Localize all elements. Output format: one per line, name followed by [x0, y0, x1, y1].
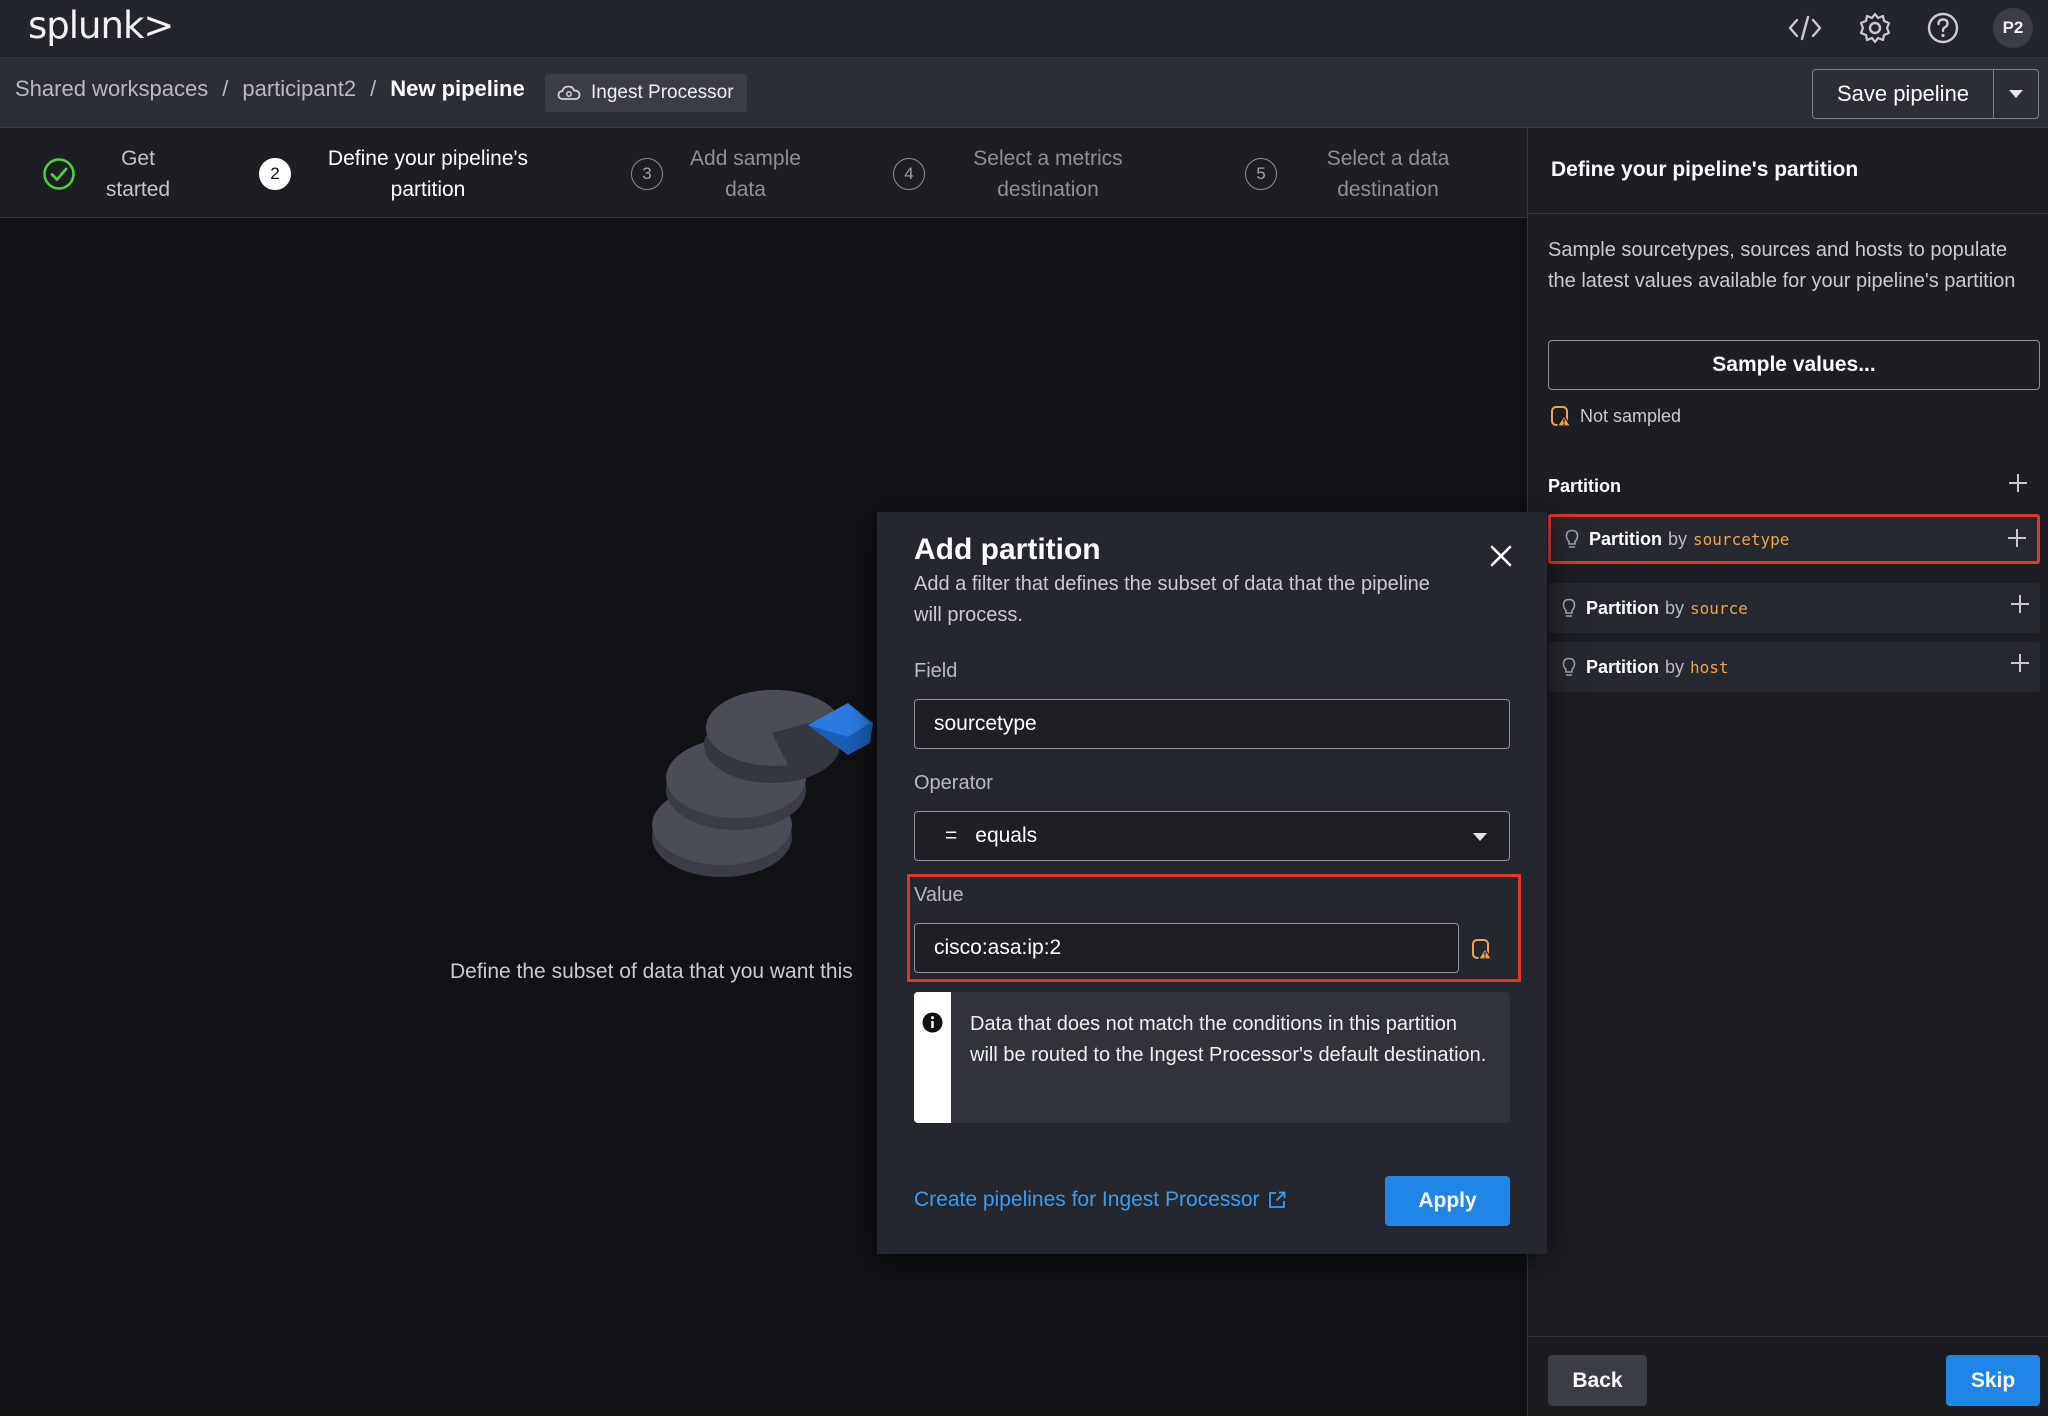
- step-number: 3: [631, 158, 663, 190]
- sample-values-button[interactable]: Sample values...: [1548, 340, 2040, 390]
- save-options-dropdown[interactable]: [1994, 70, 2038, 118]
- field-input[interactable]: sourcetype: [914, 699, 1510, 749]
- warning-icon: [1551, 406, 1572, 427]
- value-input[interactable]: cisco:asa:ip:2: [914, 923, 1459, 973]
- step-label: Get started: [105, 147, 171, 201]
- right-panel: Define your pipeline's partition Sample …: [1527, 128, 2048, 1416]
- link-text: Create pipelines for Ingest Processor: [914, 1188, 1260, 1211]
- partition-field: sourcetype: [1693, 529, 1790, 549]
- check-circle-icon: [43, 158, 75, 190]
- add-partition-button[interactable]: [2003, 468, 2033, 498]
- create-pipelines-link[interactable]: Create pipelines for Ingest Processor: [914, 1188, 1286, 1212]
- step-define-partition[interactable]: 2 Define your pipeline's partition: [259, 143, 543, 205]
- divider: [1528, 213, 2048, 214]
- partition-field: source: [1690, 598, 1748, 618]
- panel-description: Sample sourcetypes, sources and hosts to…: [1548, 239, 2016, 292]
- partition-suggestion-host[interactable]: Partition by host: [1548, 642, 2040, 692]
- help-icon[interactable]: [1925, 10, 1961, 46]
- operator-value: equals: [975, 824, 1038, 847]
- cloud-icon: [557, 85, 581, 100]
- lightbulb-icon: [1562, 598, 1576, 617]
- step-get-started[interactable]: Get started: [42, 143, 185, 205]
- breadcrumb-bar: Shared workspaces / participant2 / New p…: [0, 58, 2048, 128]
- ingest-processor-badge: Ingest Processor: [545, 74, 747, 112]
- step-number: 5: [1245, 158, 1277, 190]
- panel-footer: Back Skip: [1528, 1336, 2048, 1416]
- breadcrumb: Shared workspaces / participant2 / New p…: [15, 76, 525, 102]
- partition-illustration: [652, 689, 873, 877]
- back-button[interactable]: Back: [1548, 1355, 1647, 1406]
- step-data-destination[interactable]: 5 Select a data destination: [1245, 143, 1473, 205]
- lightbulb-icon: [1562, 657, 1576, 676]
- ingest-processor-label: Ingest Processor: [591, 82, 734, 103]
- info-text: Data that does not match the conditions …: [970, 1013, 1487, 1066]
- operator-select[interactable]: = equals: [914, 811, 1510, 861]
- page-title: New pipeline: [390, 76, 525, 101]
- save-pipeline-group: Save pipeline: [1812, 69, 2039, 119]
- step-label: Define your pipeline's partition: [327, 147, 529, 201]
- chevron-down-icon: [2009, 89, 2023, 98]
- info-icon: [922, 1012, 943, 1033]
- partition-heading: Partition: [1548, 476, 1622, 496]
- add-partition-modal: Add partition Add a filter that defines …: [877, 512, 1547, 1254]
- info-message: Data that does not match the conditions …: [914, 992, 1510, 1123]
- value-label: Value: [914, 884, 964, 906]
- breadcrumb-separator: /: [370, 76, 377, 101]
- breadcrumb-separator: /: [222, 76, 229, 101]
- plus-icon: [2009, 474, 2027, 492]
- warning-icon: [1472, 939, 1493, 960]
- plus-icon[interactable]: [2010, 653, 2030, 673]
- step-label: Select a data destination: [1326, 147, 1450, 201]
- panel-title: Define your pipeline's partition: [1551, 158, 1859, 181]
- partition-suggestion-sourcetype[interactable]: Partition by sourcetype: [1548, 514, 2040, 564]
- plus-icon[interactable]: [2007, 528, 2027, 548]
- breadcrumb-participant[interactable]: participant2: [242, 76, 356, 102]
- skip-button[interactable]: Skip: [1946, 1355, 2040, 1406]
- operator-symbol: =: [945, 824, 958, 847]
- sample-status-text: Not sampled: [1580, 405, 1682, 426]
- wizard-steps: Get started 2 Define your pipeline's parti…: [0, 128, 1527, 218]
- top-bar: splunk> P2: [0, 0, 2048, 58]
- modal-description: Add a filter that defines the subset of …: [914, 573, 1430, 626]
- operator-label: Operator: [914, 772, 993, 794]
- save-pipeline-button[interactable]: Save pipeline: [1813, 70, 1994, 118]
- step-metrics-destination[interactable]: 4 Select a metrics destination: [893, 143, 1148, 205]
- gear-icon[interactable]: [1857, 10, 1893, 46]
- step-label: Select a metrics destination: [973, 147, 1123, 201]
- close-icon[interactable]: [1488, 543, 1514, 569]
- partition-field: host: [1690, 657, 1729, 677]
- field-label: Field: [914, 660, 958, 682]
- step-number: 4: [893, 158, 925, 190]
- lightbulb-icon: [1565, 529, 1579, 548]
- step-add-sample-data[interactable]: 3 Add sample data: [631, 143, 813, 205]
- partition-suggestion-source[interactable]: Partition by source: [1548, 583, 2040, 633]
- step-number: 2: [259, 158, 291, 190]
- avatar[interactable]: P2: [1993, 8, 2033, 48]
- empty-state-text: Define the subset of data that you want …: [450, 960, 853, 983]
- modal-title: Add partition: [914, 533, 1101, 566]
- chevron-down-icon: [1473, 833, 1487, 841]
- step-label: Add sample data: [690, 147, 801, 201]
- apply-button[interactable]: Apply: [1385, 1176, 1510, 1226]
- breadcrumb-shared-workspaces[interactable]: Shared workspaces: [15, 76, 208, 102]
- code-icon[interactable]: [1787, 10, 1823, 46]
- external-link-icon: [1268, 1191, 1285, 1208]
- plus-icon[interactable]: [2010, 594, 2030, 614]
- sample-status: Not sampled: [1550, 404, 1681, 428]
- splunk-logo[interactable]: splunk>: [28, 4, 174, 47]
